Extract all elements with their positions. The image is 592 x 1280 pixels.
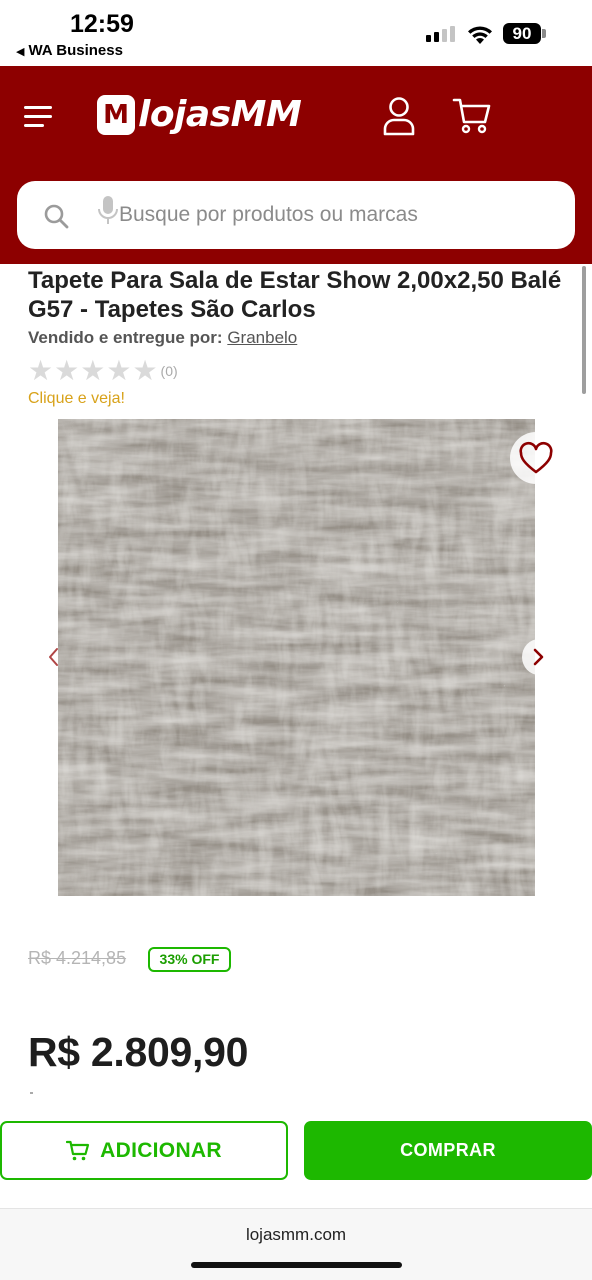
product-title: Tapete Para Sala de Estar Show 2,00x2,50… <box>28 267 562 323</box>
page-scrollbar[interactable] <box>582 266 586 394</box>
product-image[interactable] <box>58 419 535 896</box>
buy-now-button[interactable]: COMPRAR <box>304 1121 592 1180</box>
heart-icon <box>519 441 553 474</box>
rug-texture-image <box>58 419 535 896</box>
user-icon[interactable] <box>382 96 416 136</box>
status-time: 12:59 <box>70 10 134 38</box>
back-arrow-icon: ◀ <box>16 46 25 58</box>
star-icon: ★ <box>106 355 132 386</box>
previous-image-arrow-icon[interactable] <box>40 642 68 672</box>
rating-cta-link[interactable]: Clique e veja! <box>28 390 125 408</box>
site-header: M lojasMM <box>0 66 592 264</box>
add-to-cart-label: ADICIONAR <box>100 1138 222 1162</box>
search-icon[interactable] <box>43 203 69 229</box>
divider <box>30 1092 33 1094</box>
wifi-icon <box>468 26 492 44</box>
star-icon: ★ <box>132 355 158 386</box>
favorite-button[interactable] <box>510 432 562 484</box>
search-bar <box>17 181 575 249</box>
back-app-label: WA Business <box>28 42 123 59</box>
status-bar: 12:59 ◀ WA Business 90 <box>0 0 592 66</box>
cart-icon <box>66 1140 90 1160</box>
old-price: R$ 4.214,85 <box>28 948 127 968</box>
logo-text: lojasMM <box>138 94 302 135</box>
discount-badge: 33% OFF <box>148 947 231 972</box>
mic-icon[interactable] <box>96 195 120 227</box>
seller-prefix: Vendido e entregue por: <box>28 328 223 347</box>
battery-tip <box>542 29 546 38</box>
browser-address-bar[interactable]: lojasmm.com <box>0 1208 592 1280</box>
current-price: R$ 2.809,90 <box>28 1029 249 1075</box>
back-to-app-link[interactable]: ◀ WA Business <box>16 42 123 59</box>
next-image-button[interactable] <box>522 639 556 675</box>
add-to-cart-button[interactable]: ADICIONAR <box>0 1121 288 1180</box>
cellular-signal-icon <box>426 26 455 42</box>
home-indicator[interactable] <box>191 1262 402 1268</box>
logo-badge: M <box>97 94 135 135</box>
url-text[interactable]: lojasmm.com <box>0 1225 592 1245</box>
star-icon: ★ <box>80 355 106 386</box>
menu-icon[interactable] <box>24 106 52 128</box>
purchase-action-bar: ADICIONAR COMPRAR <box>0 1113 592 1199</box>
battery-level: 90 <box>503 23 541 44</box>
search-input[interactable] <box>119 197 549 233</box>
site-logo[interactable]: M lojasMM <box>97 94 302 135</box>
rating-stars[interactable]: ★ ★ ★ ★ ★ (0) <box>28 357 178 385</box>
seller-info: Vendido e entregue por: Granbelo <box>28 328 297 348</box>
review-count: (0) <box>160 363 178 379</box>
star-icon: ★ <box>54 355 80 386</box>
next-image-arrow-icon <box>533 648 544 666</box>
star-icon: ★ <box>28 355 54 386</box>
cart-icon[interactable] <box>452 96 492 136</box>
seller-link[interactable]: Granbelo <box>227 328 297 347</box>
